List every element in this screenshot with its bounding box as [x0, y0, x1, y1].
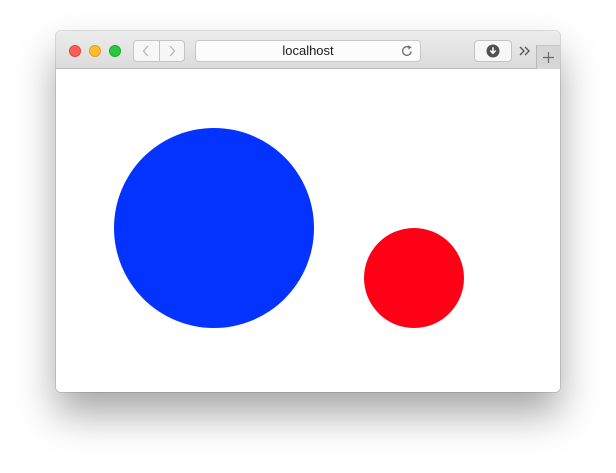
download-icon — [486, 44, 500, 58]
chevron-left-icon — [142, 45, 149, 57]
forward-button[interactable] — [158, 41, 185, 61]
chevron-right-icon — [169, 45, 176, 57]
red-circle — [364, 228, 464, 328]
zoom-window-button[interactable] — [109, 45, 121, 57]
minimize-window-button[interactable] — [89, 45, 101, 57]
page-content — [56, 69, 560, 392]
close-window-button[interactable] — [69, 45, 81, 57]
plus-icon — [543, 52, 554, 63]
address-bar[interactable]: localhost — [195, 40, 421, 62]
new-tab-button[interactable] — [536, 45, 560, 69]
navigation-buttons — [133, 40, 185, 62]
reload-icon[interactable] — [400, 44, 414, 58]
double-chevron-right-icon[interactable] — [518, 42, 532, 60]
address-text: localhost — [282, 43, 334, 58]
downloads-button[interactable] — [474, 40, 512, 62]
browser-window: localhost — [56, 31, 560, 392]
blue-circle — [114, 128, 314, 328]
browser-toolbar: localhost — [56, 31, 560, 69]
back-button[interactable] — [134, 41, 159, 61]
